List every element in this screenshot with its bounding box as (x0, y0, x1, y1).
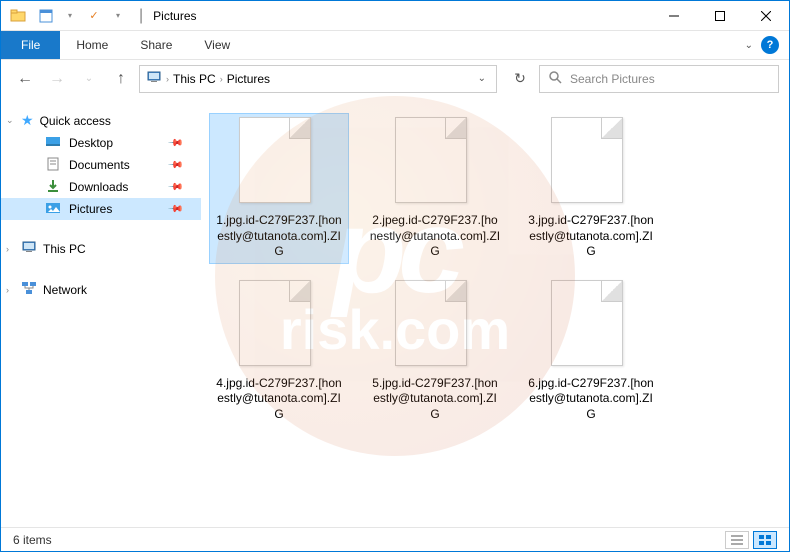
breadcrumb[interactable]: › This PC › Pictures ⌄ (139, 65, 497, 93)
home-tab[interactable]: Home (60, 31, 124, 59)
view-tab[interactable]: View (188, 31, 246, 59)
pin-icon: 📌 (166, 135, 183, 152)
quick-access-group: ⌄ ★ Quick access Desktop 📌 Documents 📌 D… (1, 109, 201, 220)
maximize-button[interactable] (697, 1, 743, 31)
back-button[interactable]: ← (11, 65, 39, 93)
file-item[interactable]: 3.jpg.id-C279F237.[honestly@tutanota.com… (521, 113, 661, 264)
sidebar-label: Network (43, 283, 87, 297)
chevron-down-icon[interactable]: ⌄ (6, 115, 14, 126)
file-grid: 1.jpg.id-C279F237.[honestly@tutanota.com… (209, 113, 781, 427)
statusbar: 6 items (1, 527, 789, 551)
sidebar-item-quick-access[interactable]: ⌄ ★ Quick access (1, 109, 201, 132)
titlebar-left: ▾ ✓ ▾ | Pictures (1, 5, 197, 27)
file-name: 2.jpeg.id-C279F237.[honestly@tutanota.co… (369, 213, 501, 260)
body: ⌄ ★ Quick access Desktop 📌 Documents 📌 D… (1, 97, 789, 527)
thispc-icon (21, 239, 37, 258)
titlebar-separator: | (139, 7, 143, 25)
sidebar-label: Documents (69, 158, 130, 172)
file-icon (239, 280, 319, 370)
file-icon (551, 280, 631, 370)
ribbon-tabs: File Home Share View ⌄ ? (1, 31, 789, 59)
file-name: 3.jpg.id-C279F237.[honestly@tutanota.com… (525, 213, 657, 260)
sidebar-label: Desktop (69, 136, 113, 150)
file-name: 1.jpg.id-C279F237.[honestly@tutanota.com… (213, 213, 345, 260)
file-item[interactable]: 4.jpg.id-C279F237.[honestly@tutanota.com… (209, 276, 349, 427)
sidebar-item-pictures[interactable]: Pictures 📌 (1, 198, 201, 220)
refresh-button[interactable]: ↻ (505, 65, 535, 93)
file-item[interactable]: 2.jpeg.id-C279F237.[honestly@tutanota.co… (365, 113, 505, 264)
file-item[interactable]: 1.jpg.id-C279F237.[honestly@tutanota.com… (209, 113, 349, 264)
folder-icon (9, 7, 27, 25)
sidebar-label: Downloads (69, 180, 128, 194)
window-controls (651, 1, 789, 31)
file-name: 4.jpg.id-C279F237.[honestly@tutanota.com… (213, 376, 345, 423)
documents-icon (45, 156, 61, 175)
file-icon (395, 280, 475, 370)
star-icon: ★ (21, 112, 34, 129)
minimize-button[interactable] (651, 1, 697, 31)
downloads-icon (45, 178, 61, 197)
sidebar-item-network[interactable]: › Network (1, 277, 201, 302)
ribbon-right: ⌄ ? (745, 31, 789, 59)
file-icon (551, 117, 631, 207)
qa-dropdown2-icon[interactable]: ▾ (107, 5, 129, 27)
chevron-right-icon[interactable]: › (220, 74, 223, 84)
sidebar-item-desktop[interactable]: Desktop 📌 (1, 132, 201, 154)
search-placeholder: Search Pictures (570, 72, 655, 86)
file-item[interactable]: 5.jpg.id-C279F237.[honestly@tutanota.com… (365, 276, 505, 427)
file-item[interactable]: 6.jpg.id-C279F237.[honestly@tutanota.com… (521, 276, 661, 427)
chevron-right-icon[interactable]: › (6, 285, 9, 295)
sidebar-item-thispc[interactable]: › This PC (1, 236, 201, 261)
share-tab[interactable]: Share (124, 31, 188, 59)
window-title: Pictures (153, 9, 196, 23)
sidebar: ⌄ ★ Quick access Desktop 📌 Documents 📌 D… (1, 97, 201, 527)
forward-button[interactable]: → (43, 65, 71, 93)
up-button[interactable]: ↑ (107, 65, 135, 93)
ribbon-expand-icon[interactable]: ⌄ (745, 40, 753, 51)
pictures-icon (45, 200, 61, 219)
pin-icon: 📌 (166, 179, 183, 196)
search-input[interactable]: Search Pictures (539, 65, 779, 93)
chevron-right-icon[interactable]: › (166, 74, 169, 84)
icons-view-button[interactable] (753, 531, 777, 549)
file-icon (395, 117, 475, 207)
sidebar-item-documents[interactable]: Documents 📌 (1, 154, 201, 176)
desktop-icon (45, 134, 61, 153)
file-tab[interactable]: File (1, 31, 60, 59)
pin-icon: 📌 (166, 201, 183, 218)
file-icon (239, 117, 319, 207)
view-switcher (725, 531, 777, 549)
details-view-button[interactable] (725, 531, 749, 549)
properties-icon[interactable] (35, 5, 57, 27)
close-button[interactable] (743, 1, 789, 31)
file-name: 5.jpg.id-C279F237.[honestly@tutanota.com… (369, 376, 501, 423)
thispc-icon (146, 69, 162, 88)
network-icon (21, 280, 37, 299)
breadcrumb-pictures[interactable]: Pictures (227, 72, 270, 86)
sidebar-item-downloads[interactable]: Downloads 📌 (1, 176, 201, 198)
item-count: 6 items (13, 533, 52, 547)
navbar: ← → ⌄ ↑ › This PC › Pictures ⌄ ↻ Search … (1, 59, 789, 97)
sidebar-label: This PC (43, 242, 86, 256)
help-icon[interactable]: ? (761, 36, 779, 54)
file-pane[interactable]: 1.jpg.id-C279F237.[honestly@tutanota.com… (201, 97, 789, 527)
search-icon (548, 70, 562, 87)
quick-access-toolbar: ▾ ✓ ▾ (35, 5, 129, 27)
titlebar: ▾ ✓ ▾ | Pictures (1, 1, 789, 31)
pin-icon: 📌 (166, 157, 183, 174)
address-dropdown[interactable]: ⌄ (478, 73, 490, 84)
recent-dropdown-icon[interactable]: ⌄ (75, 65, 103, 93)
network-group: › Network (1, 277, 201, 302)
checkmark-icon[interactable]: ✓ (83, 5, 105, 27)
qa-dropdown-icon[interactable]: ▾ (59, 5, 81, 27)
chevron-right-icon[interactable]: › (6, 244, 9, 254)
breadcrumb-thispc[interactable]: This PC (173, 72, 216, 86)
sidebar-label: Quick access (40, 114, 111, 128)
chevron-down-icon: ⌄ (478, 73, 486, 84)
sidebar-label: Pictures (69, 202, 112, 216)
thispc-group: › This PC (1, 236, 201, 261)
file-name: 6.jpg.id-C279F237.[honestly@tutanota.com… (525, 376, 657, 423)
explorer-window: ▾ ✓ ▾ | Pictures File Home Share View ⌄ (0, 0, 790, 552)
